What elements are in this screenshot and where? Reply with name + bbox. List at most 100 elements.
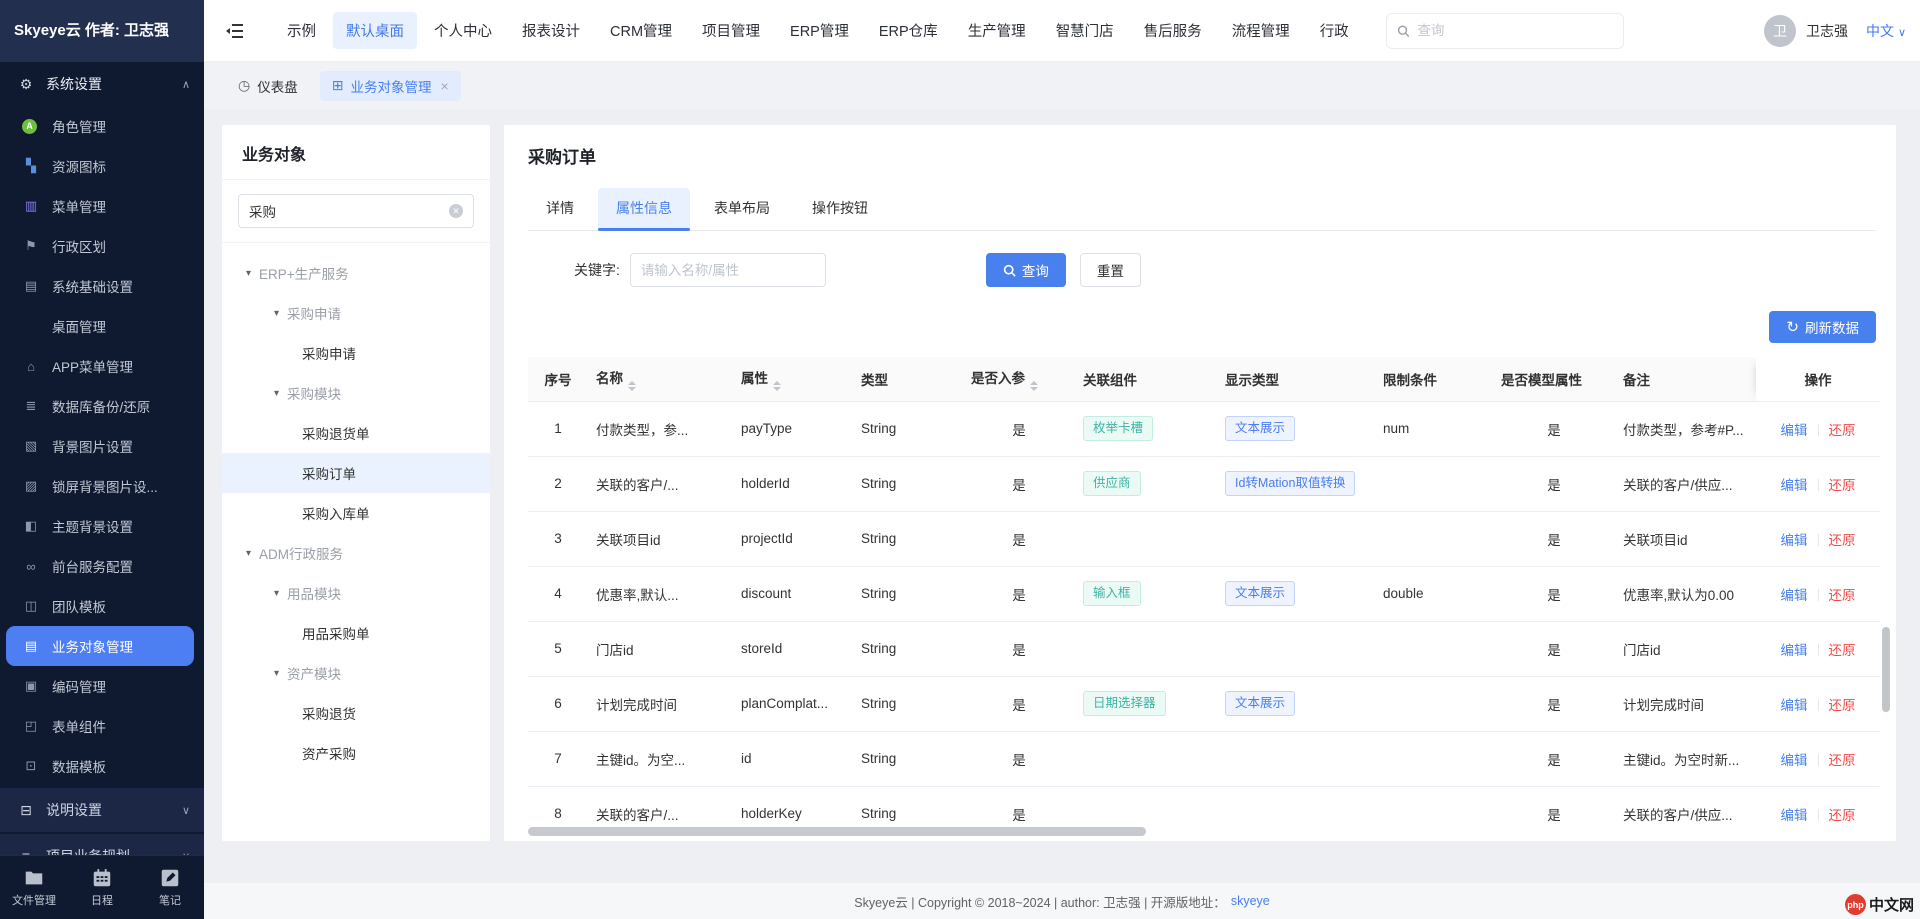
tree-node-selected[interactable]: 采购订单 xyxy=(222,453,490,493)
edit-link[interactable]: 编辑 xyxy=(1781,753,1808,768)
sidebar-item-label: 主题背景设置 xyxy=(52,516,133,536)
sort-icon[interactable] xyxy=(773,381,781,391)
tab-details[interactable]: 详情 xyxy=(528,188,592,230)
tree-node-label: ADM行政服务 xyxy=(259,543,343,563)
restore-link[interactable]: 还原 xyxy=(1829,753,1856,768)
sidebar-item-form-components[interactable]: ◰表单组件 xyxy=(0,706,204,746)
keyword-input[interactable] xyxy=(630,253,826,287)
cell-display: 文本展示 xyxy=(1217,676,1375,731)
menu-fold-icon[interactable] xyxy=(222,18,248,44)
sort-icon[interactable] xyxy=(628,381,636,391)
restore-link[interactable]: 还原 xyxy=(1829,808,1856,823)
nav-item-erp[interactable]: ERP管理 xyxy=(777,12,862,49)
sidebar-item-role-mgmt[interactable]: A角色管理 xyxy=(0,106,204,146)
horizontal-scrollbar[interactable] xyxy=(528,827,1146,836)
nav-item-report-design[interactable]: 报表设计 xyxy=(509,12,593,49)
cell-is-model: 是 xyxy=(1493,676,1615,731)
restore-link[interactable]: 还原 xyxy=(1829,643,1856,658)
sidebar-item-system-base[interactable]: ▤系统基础设置 xyxy=(0,266,204,306)
nav-item-personal-center[interactable]: 个人中心 xyxy=(421,12,505,49)
skyeye-link[interactable]: skyeye xyxy=(1231,894,1270,908)
display-tag: Id转Mation取值转换 xyxy=(1225,471,1355,496)
image-icon: ▨ xyxy=(22,478,40,494)
sidebar-item-menu-mgmt[interactable]: ▥菜单管理 xyxy=(0,186,204,226)
dock-item-schedule[interactable]: 日程 xyxy=(68,856,136,919)
refresh-data-button[interactable]: ↻ 刷新数据 xyxy=(1769,311,1876,343)
sidebar-item-app-menu[interactable]: ⌂APP菜单管理 xyxy=(0,346,204,386)
nav-item-project-mgmt[interactable]: 项目管理 xyxy=(689,12,773,49)
restore-link[interactable]: 还原 xyxy=(1829,478,1856,493)
sidebar-section-system-settings[interactable]: ⚙ 系统设置 ∧ xyxy=(0,62,204,106)
tree-node[interactable]: 用品采购单 xyxy=(222,613,490,653)
tree-node[interactable]: ▾资产模块 xyxy=(222,653,490,693)
edit-link[interactable]: 编辑 xyxy=(1781,698,1808,713)
nav-item-production[interactable]: 生产管理 xyxy=(955,12,1039,49)
clear-icon[interactable]: ✕ xyxy=(449,204,463,218)
nav-item-smart-store[interactable]: 智慧门店 xyxy=(1043,12,1127,49)
restore-link[interactable]: 还原 xyxy=(1829,533,1856,548)
sidebar-section-description-settings[interactable]: ⊟ 说明设置 ∨ xyxy=(0,788,204,832)
sidebar-item-data-template[interactable]: ⊡数据模板 xyxy=(0,746,204,786)
sidebar-item-resource-icons[interactable]: ▚资源图标 xyxy=(0,146,204,186)
restore-link[interactable]: 还原 xyxy=(1829,698,1856,713)
tab-attribute-info[interactable]: 属性信息 xyxy=(598,188,690,230)
nav-item-crm[interactable]: CRM管理 xyxy=(597,12,685,49)
avatar[interactable]: 卫 xyxy=(1764,15,1796,47)
sidebar-item-lockscreen-bg[interactable]: ▨锁屏背景图片设... xyxy=(0,466,204,506)
user-name[interactable]: 卫志强 xyxy=(1806,21,1848,41)
edit-link[interactable]: 编辑 xyxy=(1781,643,1808,658)
sidebar-item-front-service[interactable]: ∞前台服务配置 xyxy=(0,546,204,586)
sidebar-item-admin-region[interactable]: ⚑行政区划 xyxy=(0,226,204,266)
sidebar-item-business-object[interactable]: ▤业务对象管理 xyxy=(6,626,194,666)
sidebar-item-db-backup[interactable]: ≣数据库备份/还原 xyxy=(0,386,204,426)
tab-action-buttons[interactable]: 操作按钮 xyxy=(794,188,886,230)
nav-item-erp-warehouse[interactable]: ERP仓库 xyxy=(866,12,951,49)
tree-node[interactable]: ▾采购模块 xyxy=(222,373,490,413)
tree-node[interactable]: 采购入库单 xyxy=(222,493,490,533)
sort-icon[interactable] xyxy=(1030,381,1038,391)
nav-item-examples[interactable]: 示例 xyxy=(274,12,329,49)
close-icon[interactable]: × xyxy=(440,78,448,94)
nav-item-default-desktop[interactable]: 默认桌面 xyxy=(333,12,417,49)
restore-link[interactable]: 还原 xyxy=(1829,588,1856,603)
edit-link[interactable]: 编辑 xyxy=(1781,808,1808,823)
cell-constraint: double xyxy=(1375,566,1493,621)
tree-search-input[interactable] xyxy=(249,204,449,219)
tree-node[interactable]: 资产采购 xyxy=(222,733,490,773)
vertical-scrollbar[interactable] xyxy=(1882,627,1890,712)
nav-item-process-mgmt[interactable]: 流程管理 xyxy=(1219,12,1303,49)
global-search-input[interactable] xyxy=(1417,23,1612,38)
tab-dashboard[interactable]: ◷ 仪表盘 xyxy=(226,71,310,101)
cell-actions: 编辑 还原 xyxy=(1756,401,1880,456)
edit-link[interactable]: 编辑 xyxy=(1781,423,1808,438)
sidebar-item-team-template[interactable]: ◫团队模板 xyxy=(0,586,204,626)
dock-item-file-mgmt[interactable]: 文件管理 xyxy=(0,856,68,919)
tree-node[interactable]: 采购申请 xyxy=(222,333,490,373)
tab-form-layout[interactable]: 表单布局 xyxy=(696,188,788,230)
tree-node-label: 采购入库单 xyxy=(302,503,370,523)
language-switcher[interactable]: 中文 ∨ xyxy=(1866,21,1906,41)
role-badge-icon: A xyxy=(22,119,37,134)
edit-link[interactable]: 编辑 xyxy=(1781,478,1808,493)
nav-item-after-sales[interactable]: 售后服务 xyxy=(1131,12,1215,49)
app-root: Skyeye云 作者: 卫志强 ⚙ 系统设置 ∧ A角色管理 ▚资源图标 ▥菜单… xyxy=(0,0,1920,919)
restore-link[interactable]: 还原 xyxy=(1829,423,1856,438)
edit-link[interactable]: 编辑 xyxy=(1781,588,1808,603)
sidebar-item-code-mgmt[interactable]: ▣编码管理 xyxy=(0,666,204,706)
sidebar-item-bg-image[interactable]: ▧背景图片设置 xyxy=(0,426,204,466)
tree-node[interactable]: ▾ERP+生产服务 xyxy=(222,253,490,293)
tree-node[interactable]: 采购退货 xyxy=(222,693,490,733)
edit-link[interactable]: 编辑 xyxy=(1781,533,1808,548)
tree-node[interactable]: ▾采购申请 xyxy=(222,293,490,333)
sidebar-item-theme-bg[interactable]: ◧主题背景设置 xyxy=(0,506,204,546)
tree-node[interactable]: 采购退货单 xyxy=(222,413,490,453)
reset-button[interactable]: 重置 xyxy=(1080,253,1141,287)
search-button[interactable]: 查询 xyxy=(986,253,1066,287)
tree-node[interactable]: ▾用品模块 xyxy=(222,573,490,613)
dock-item-notes[interactable]: 笔记 xyxy=(136,856,204,919)
sidebar-item-desktop-mgmt[interactable]: 桌面管理 xyxy=(0,306,204,346)
nav-item-administration[interactable]: 行政 xyxy=(1307,12,1362,49)
tree-node[interactable]: ▾ADM行政服务 xyxy=(222,533,490,573)
sidebar-section-project-planning[interactable]: ≡ 项目业务规划 ∨ xyxy=(0,834,204,855)
tab-business-object-mgmt[interactable]: ⊞ 业务对象管理 × xyxy=(320,71,461,101)
